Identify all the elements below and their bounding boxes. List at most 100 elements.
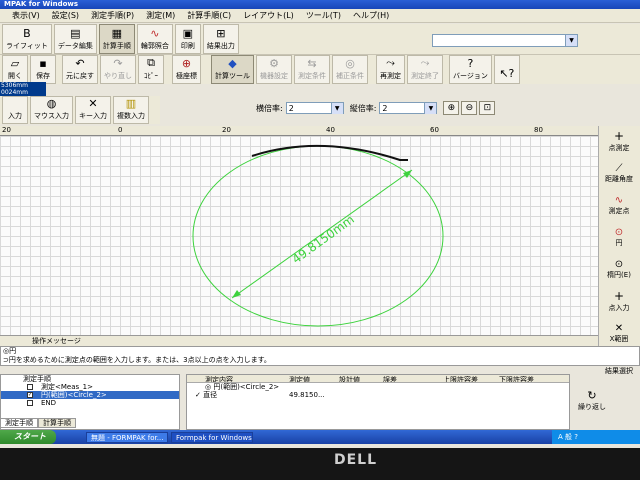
polar-button[interactable]: ⊕ 極座標 [172, 55, 201, 84]
distance-angle-button[interactable]: ⟋ 距離角度 [599, 158, 639, 188]
tree-item[interactable]: ✓ 円(範囲)<Circle_2> [1, 391, 179, 399]
remeasure-button[interactable]: ⤳ 再測定 [376, 55, 405, 84]
remeasure-icon: ⤳ [386, 56, 395, 69]
plus-icon: + [613, 129, 625, 143]
checkbox-checked[interactable]: ✓ [195, 391, 203, 399]
distance-icon: ⟋ [615, 162, 623, 174]
zoom-fit-icon[interactable]: ⊡ [479, 101, 496, 115]
ruler-label: 80 [534, 126, 543, 134]
toolbar-dropdown[interactable]: ▼ [432, 34, 578, 47]
chevron-down-icon[interactable]: ▼ [424, 103, 437, 114]
measure-point-button[interactable]: ∿ 測定点 [599, 190, 639, 220]
input-icon [6, 98, 24, 110]
menu-calc[interactable]: 計算手順(C) [187, 10, 231, 21]
curve-icon: ∿ [614, 194, 624, 206]
chevron-down-icon[interactable]: ▼ [330, 103, 343, 114]
repeat-button[interactable]: ↻ 繰り返し [572, 386, 612, 414]
measure-end-button[interactable]: ⤳ 測定終了 [407, 55, 443, 84]
multi-input-icon: ▥ [125, 97, 137, 110]
menu-view[interactable]: 表示(V) [12, 10, 40, 21]
arrow-tail [232, 290, 241, 298]
disk-icon: ▪ [39, 57, 47, 70]
col-header[interactable]: 測定値 [287, 375, 337, 382]
save-button[interactable]: ▪ 保存 [30, 55, 56, 84]
checkbox[interactable] [27, 400, 33, 406]
question-icon: ? [467, 57, 474, 70]
copy-button[interactable]: ⧉ ｺﾋﾟｰ [138, 55, 164, 84]
repeat-icon: ↻ [587, 388, 597, 402]
target-icon: ◎ [345, 57, 355, 70]
v-mag-select[interactable]: 2 ▼ [379, 102, 438, 114]
col-header[interactable]: 上限許容差 [441, 375, 497, 382]
tree-item[interactable]: END [1, 399, 179, 407]
col-header[interactable]: 誤差 [381, 375, 441, 382]
ruler-label: 0 [118, 126, 123, 134]
zoom-in-icon[interactable]: ⊕ [443, 101, 460, 115]
redo-button[interactable]: ↷ やり直し [100, 55, 136, 84]
taskbar-item[interactable]: 無題 - FORMPAK for... [86, 431, 168, 443]
mouse-input-button[interactable]: ◍ マウス入力 [30, 96, 73, 124]
device-settings-button[interactable]: ⚙ 機器設定 [256, 55, 292, 84]
tab-measure-procedure[interactable]: 測定手順 [0, 418, 38, 428]
ellipse-button[interactable]: ⊙ 楕円(E) [599, 254, 639, 284]
col-header[interactable]: 設計値 [337, 375, 381, 382]
version-button[interactable]: ? バージョン [449, 55, 492, 84]
h-mag-select[interactable]: 2 ▼ [285, 102, 344, 114]
print-button[interactable]: ▣ 印刷 [174, 24, 201, 54]
drawing-svg: 49.8150mm [192, 144, 444, 327]
tree-item[interactable]: 測定手順 [1, 375, 179, 383]
menu-help[interactable]: ヘルプ(H) [353, 10, 389, 21]
x-range-button[interactable]: ✕ X範囲 [599, 318, 639, 348]
chevron-down-icon[interactable]: ▼ [565, 35, 577, 46]
multi-input-button[interactable]: ▥ 複数入力 [113, 96, 149, 124]
calc-tool-button[interactable]: ◆ 計算ツール [211, 55, 254, 84]
measure-condition-button[interactable]: ⇆ 測定条件 [294, 55, 330, 84]
printer-icon: ▣ [182, 26, 194, 40]
x-range-icon: ✕ [614, 322, 624, 334]
result-header: 測定内容 測定値 設計値 誤差 上限許容差 下限許容差 [187, 375, 569, 383]
calc-tool-icon: ◆ [228, 57, 237, 70]
context-help-button[interactable]: ↖? [493, 55, 520, 84]
message-line-1: ◎円 [3, 347, 17, 355]
zoom-out-icon[interactable]: ⊖ [461, 101, 478, 115]
menu-procedure[interactable]: 測定手順(P) [91, 10, 134, 21]
key-input-button[interactable]: ✕ キー入力 [75, 96, 111, 124]
tree-item[interactable]: 測定<Meas_1> [1, 383, 179, 391]
start-button[interactable]: スタート [0, 430, 56, 444]
undo-button[interactable]: ↶ 元に戻す [62, 55, 98, 84]
lifit-button[interactable]: B ライフィット [2, 24, 52, 54]
circle-button[interactable]: ⊙ 円 [599, 222, 639, 252]
checkbox-checked[interactable]: ✓ [27, 392, 33, 398]
contour-match-button[interactable]: ∿ 輪郭照合 [136, 24, 173, 54]
result-output-button[interactable]: ⊞ 結果出力 [202, 24, 239, 54]
screen: MPAK for Windows 表示(V) 設定(S) 測定手順(P) 測定(… [0, 0, 640, 448]
menu-measure[interactable]: 測定(M) [146, 10, 175, 21]
col-header[interactable]: 測定内容 [187, 375, 287, 382]
menu-layout[interactable]: レイアウト(L) [243, 10, 294, 21]
drawing-canvas[interactable]: 49.8150mm [0, 136, 598, 336]
point-measure-button[interactable]: + 点測定 [599, 126, 639, 156]
col-header[interactable]: 下限許容差 [497, 375, 557, 382]
diameter-label: 49.8150mm [290, 212, 357, 266]
calc-procedure-button[interactable]: ▦ 計算手順 [98, 24, 135, 54]
measure-palette: +点測定 ⟋距離角度 ∿測定点 ⊙円 ⊙楕円(E) +点入力 ✕X範囲 ↗結果選… [598, 126, 640, 375]
menu-tools[interactable]: ツール(T) [306, 10, 341, 21]
input-button[interactable]: 入力 [2, 96, 28, 124]
measure-end-icon: ⤳ [420, 56, 430, 69]
coordinate-readout: 5306mm 0024mm [0, 82, 46, 96]
taskbar-item[interactable]: Formpak for Windows [171, 431, 253, 443]
b-icon: B [23, 26, 31, 40]
table-row[interactable]: ◎ 円(範囲)<Circle_2> [187, 383, 569, 391]
toolbar-input: 入力 ◍ マウス入力 ✕ キー入力 ▥ 複数入力 [0, 96, 160, 124]
toolbar-commands: ▱ 開く ▪ 保存 ↶ 元に戻す ↷ やり直し ⧉ ｺﾋﾟｰ ⊕ 極座標 ◆ 計算ツール ⚙ 機… [0, 54, 640, 84]
tab-calc-procedure[interactable]: 計算手順 [38, 418, 76, 428]
menu-settings[interactable]: 設定(S) [52, 10, 79, 21]
polar-icon: ⊕ [181, 57, 192, 70]
undo-icon: ↶ [75, 57, 85, 70]
table-row[interactable]: ✓ 直径 49.8150... [187, 391, 569, 399]
checkbox[interactable] [27, 384, 33, 390]
point-input-button[interactable]: + 点入力 [599, 286, 639, 316]
correction-condition-button[interactable]: ◎ 補正条件 [332, 55, 368, 84]
data-edit-button[interactable]: ▤ データ編集 [53, 24, 97, 54]
open-button[interactable]: ▱ 開く [2, 55, 28, 84]
